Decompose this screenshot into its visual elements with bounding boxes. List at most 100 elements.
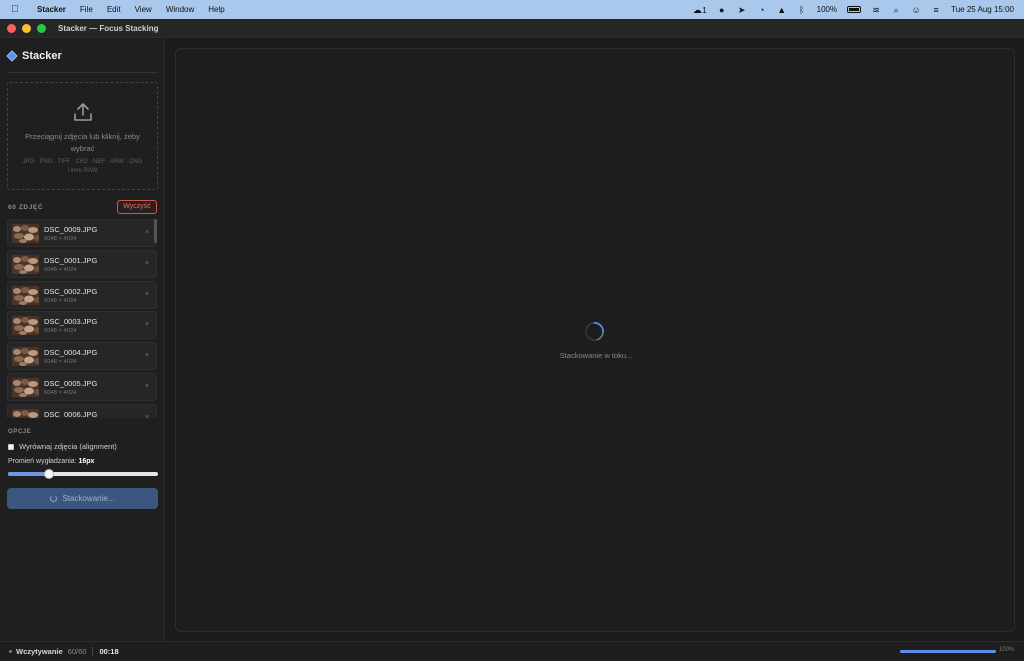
file-dimensions: 6048 × 4024 [44, 389, 77, 396]
file-thumbnail [12, 316, 39, 336]
menu-help[interactable]: Help [208, 5, 224, 14]
loading-spinner-icon [50, 495, 58, 502]
options-label: OPCJE [8, 429, 32, 435]
stacker-logo-icon [6, 50, 18, 62]
file-row[interactable]: DSC_0009.JPG 6048 × 4024 × [7, 219, 157, 247]
menu-file[interactable]: File [80, 5, 93, 14]
slider-knob[interactable] [43, 469, 54, 479]
file-row[interactable]: DSC_0002.JPG 6048 × 4024 × [7, 280, 157, 309]
slider-fill [8, 472, 49, 476]
remove-file-button[interactable]: × [145, 260, 149, 267]
menu-view[interactable]: View [135, 5, 152, 14]
menu-app-name[interactable]: Stacker [37, 5, 66, 14]
progress-text: Stackowanie w toku... [559, 351, 633, 360]
brand: Stacker [6, 50, 62, 62]
file-row[interactable]: DSC_0001.JPG 6048 × 4024 × [7, 249, 157, 278]
status-progress-bar [900, 650, 996, 653]
remove-file-button[interactable]: × [145, 229, 149, 236]
remove-file-button[interactable]: × [145, 321, 149, 328]
control-center-icon[interactable]: ≡ [931, 5, 941, 15]
file-name: DSC_0001.JPG [44, 255, 98, 265]
minimize-window-button[interactable] [22, 23, 31, 33]
maximize-window-button[interactable] [37, 23, 46, 33]
user-icon[interactable]: ☺ [911, 5, 921, 15]
apple-icon[interactable]:  [11, 0, 23, 19]
status-dot-icon [9, 650, 12, 653]
brand-name: Stacker [22, 50, 62, 62]
file-row[interactable]: DSC_0006.JPG 6048 × 4024 × [7, 403, 157, 418]
status-separator [92, 647, 94, 656]
file-name: DSC_0009.JPG [44, 225, 98, 234]
file-list-scrollbar[interactable] [154, 219, 157, 243]
file-row[interactable]: DSC_0003.JPG 6048 × 4024 × [7, 311, 157, 340]
align-option[interactable]: Wyrównaj zdjęcia (alignment) [8, 442, 117, 451]
file-thumbnail [12, 347, 39, 367]
window-title: Stacker — Focus Stacking [58, 23, 159, 33]
wifi-icon[interactable]: ≋ [871, 5, 881, 15]
notification-status[interactable]: ☁1 [692, 4, 707, 15]
preview-canvas: Stackowanie w toku... [175, 48, 1015, 632]
file-row[interactable]: DSC_0004.JPG 6048 × 4024 × [7, 342, 157, 371]
title-bar: Stacker — Focus Stacking [0, 19, 1024, 38]
remove-file-button[interactable]: × [145, 383, 149, 390]
radius-label: Promień wygładzania: [8, 458, 77, 465]
window-controls [7, 23, 46, 33]
dropzone-text: Przeciągnij zdjęcia lub kliknij, żeby wy… [25, 132, 140, 153]
notification-count: 1 [702, 5, 707, 15]
file-thumbnail [12, 224, 39, 243]
timer-icon[interactable]: ◔ [757, 5, 767, 15]
remove-file-button[interactable]: × [145, 291, 149, 298]
file-row[interactable]: DSC_0005.JPG 6048 × 4024 × [7, 372, 157, 401]
radius-label-row: Promień wygładzania: 16px [8, 458, 94, 465]
file-thumbnail [12, 254, 39, 274]
remove-file-button[interactable]: × [145, 414, 149, 418]
macos-menu-bar:  Stacker File Edit View Window Help ☁1 … [0, 0, 1024, 19]
file-dimensions: 6048 × 4024 [44, 328, 77, 335]
file-name: DSC_0006.JPG [44, 409, 98, 418]
menu-bar-status-area: ☁1 ● ➤ ◔ ▲ ᛒ 100% ≋ ⌕ ☺ ≡ Tue 25 Aug 15:… [692, 0, 1014, 19]
file-thumbnail [12, 408, 39, 418]
bluetooth-icon[interactable]: ᛒ [797, 5, 807, 15]
radius-value: 16px [78, 458, 95, 465]
stack-button[interactable]: Stackowanie... [7, 488, 158, 509]
status-progress-fill [900, 650, 996, 653]
close-window-button[interactable] [7, 23, 16, 33]
remove-file-button[interactable]: × [145, 352, 149, 359]
search-icon[interactable]: ⌕ [891, 5, 901, 15]
file-dimensions: 6048 × 4024 [44, 236, 77, 242]
clear-button[interactable]: Wyczyść [117, 200, 157, 214]
divider [7, 72, 158, 73]
align-checkbox[interactable] [8, 443, 14, 450]
radius-slider[interactable] [8, 469, 158, 479]
status-count: 60/60 [67, 647, 87, 656]
battery-percent: 100% [816, 5, 838, 14]
status-time: 00:18 [99, 647, 119, 656]
info-icon[interactable]: ● [717, 5, 727, 15]
file-name: DSC_0002.JPG [44, 286, 98, 296]
menu-window[interactable]: Window [166, 5, 194, 14]
dropzone-formats: JPG · PNG · TIFF · CR2 · NEF · ARW · DNG… [12, 158, 153, 176]
align-label: Wyrównaj zdjęcia (alignment) [19, 442, 117, 451]
upload-icon [74, 103, 92, 121]
file-list[interactable]: DSC_0009.JPG 6048 × 4024 × DSC_0001.JPG … [7, 219, 157, 418]
battery-icon[interactable] [847, 6, 862, 13]
file-name: DSC_0003.JPG [44, 317, 98, 327]
warning-icon[interactable]: ▲ [777, 5, 787, 15]
file-dimensions: 6048 × 4024 [44, 297, 77, 304]
file-name: DSC_0004.JPG [44, 348, 98, 358]
app-window: Stacker — Focus Stacking Stacker Przecią… [0, 19, 1024, 661]
stack-button-label: Stackowanie... [62, 494, 115, 503]
formats-extra: i inne RAW [67, 168, 98, 174]
clock[interactable]: Tue 25 Aug 15:00 [951, 5, 1014, 14]
status-label: Wczytywanie [16, 647, 63, 656]
file-dimensions: 6048 × 4024 [44, 266, 77, 273]
send-icon[interactable]: ➤ [737, 5, 747, 15]
photo-count-label: 60 ZDJĘĆ [8, 204, 44, 211]
menu-edit[interactable]: Edit [107, 5, 121, 14]
file-thumbnail [12, 285, 39, 305]
cloud-icon: ☁ [692, 4, 702, 15]
file-name: DSC_0005.JPG [44, 378, 98, 388]
file-dropzone[interactable]: Przeciągnij zdjęcia lub kliknij, żeby wy… [7, 82, 158, 190]
file-thumbnail [12, 377, 39, 397]
status-bar: Wczytywanie 60/60 00:18 100% [0, 641, 1024, 661]
